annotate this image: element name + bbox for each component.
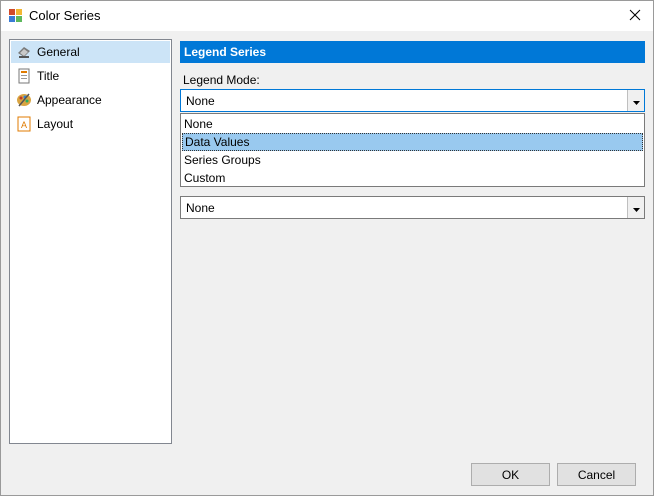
section-header: Legend Series: [180, 41, 645, 63]
dropdown-option-data-values[interactable]: Data Values: [182, 133, 643, 151]
dropdown-option-series-groups[interactable]: Series Groups: [182, 151, 643, 169]
chevron-down-icon: [632, 94, 640, 108]
title-bar: Color Series: [1, 1, 653, 31]
close-icon: [629, 9, 641, 24]
sidebar-item-label: General: [37, 45, 80, 59]
series-select[interactable]: None: [180, 196, 645, 219]
dialog-window: Color Series General Title Appearance A …: [0, 0, 654, 496]
sidebar-item-appearance[interactable]: Appearance: [11, 89, 170, 111]
dropdown-option-custom[interactable]: Custom: [182, 169, 643, 187]
general-icon: [16, 44, 32, 60]
series-select-value: None: [186, 201, 215, 215]
dropdown-arrow-button[interactable]: [627, 197, 644, 218]
appearance-icon: [16, 92, 32, 108]
sidebar-item-label: Title: [37, 69, 60, 83]
dropdown-option-none[interactable]: None: [182, 115, 643, 133]
sidebar-item-label: Layout: [37, 117, 74, 131]
sidebar-item-label: Appearance: [37, 93, 102, 107]
chevron-down-icon: [632, 201, 640, 215]
legend-mode-dropdown: None Data Values Series Groups Custom: [180, 113, 645, 187]
layout-icon: A: [16, 116, 32, 132]
ok-button[interactable]: OK: [471, 463, 550, 486]
title-icon: [16, 68, 32, 84]
cancel-button[interactable]: Cancel: [557, 463, 636, 486]
legend-mode-select[interactable]: None: [180, 89, 645, 112]
dropdown-arrow-button[interactable]: [627, 90, 644, 111]
close-button[interactable]: [617, 1, 653, 31]
sidebar-item-title[interactable]: Title: [11, 65, 170, 87]
legend-mode-label: Legend Mode:: [183, 73, 260, 87]
sidebar-item-layout[interactable]: A Layout: [11, 113, 170, 135]
sidebar-nav: General Title Appearance A Layout: [9, 39, 172, 444]
svg-text:A: A: [21, 120, 27, 130]
sidebar-item-general[interactable]: General: [11, 41, 170, 63]
window-title: Color Series: [29, 8, 101, 23]
legend-mode-value: None: [186, 94, 215, 108]
chart-app-icon: [9, 9, 23, 23]
